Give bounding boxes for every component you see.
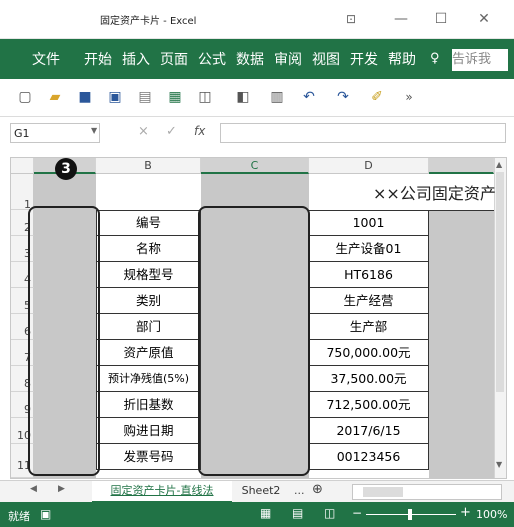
column-header-e[interactable] <box>429 158 494 174</box>
open-folder-icon[interactable]: ▰ <box>46 88 64 106</box>
label-cell[interactable]: 发票号码 <box>96 444 201 470</box>
zoom-slider-thumb[interactable] <box>408 509 412 520</box>
print-icon[interactable]: ▤ <box>136 88 154 106</box>
page-layout-icon[interactable]: ▤ <box>292 506 303 520</box>
save-as-icon[interactable]: ▣ <box>106 88 124 106</box>
add-sheet-icon[interactable]: ⊕ <box>312 482 323 497</box>
selection-outline-c <box>198 206 310 476</box>
sheet-tab-2[interactable]: Sheet2 <box>236 481 286 501</box>
vertical-scrollbar[interactable]: ▲ ▼ <box>494 158 506 478</box>
name-box[interactable]: G1 <box>10 123 100 143</box>
scroll-right-icon[interactable]: ▶ <box>58 484 65 494</box>
chevron-down-icon[interactable]: ▼ <box>91 126 97 135</box>
print-preview-icon[interactable]: ◫ <box>196 88 214 106</box>
formula-bar: G1 ▼ × ✓ fx <box>0 120 514 148</box>
close-button[interactable]: ✕ <box>473 8 495 30</box>
zoom-in-icon[interactable]: + <box>460 505 471 520</box>
scroll-down-icon[interactable]: ▼ <box>496 460 502 469</box>
value-cell[interactable]: 00123456 <box>309 444 429 470</box>
new-file-icon[interactable]: ▢ <box>16 88 34 106</box>
ribbon-tabs: 文件 开始 插入 页面 公式 数据 审阅 视图 开发 帮助 ♀ 告诉我 <box>0 39 514 79</box>
tell-me-input[interactable]: 告诉我 <box>452 49 508 71</box>
window-title: 固定资产卡片 - Excel <box>100 16 197 27</box>
sheet-tab-bar: ◀ ▶ 固定资产卡片-直线法 Sheet2 ... ⊕ <box>0 480 514 503</box>
scroll-left-icon[interactable]: ◀ <box>30 484 37 494</box>
maximize-button[interactable]: ☐ <box>430 8 452 30</box>
redo-icon[interactable]: ↷ <box>334 88 352 106</box>
label-cell[interactable]: 部门 <box>96 314 201 340</box>
tab-view[interactable]: 视图 <box>312 49 340 71</box>
label-cell[interactable]: 编号 <box>96 210 201 236</box>
column-e-fill <box>429 174 494 478</box>
status-bar: 就绪 ▣ ▦ ▤ ◫ − + 100% <box>0 502 514 527</box>
tab-page[interactable]: 页面 <box>160 49 188 71</box>
page-break-icon[interactable]: ◫ <box>324 506 335 520</box>
normal-view-icon[interactable]: ▦ <box>260 506 271 520</box>
scroll-up-icon[interactable]: ▲ <box>496 160 502 169</box>
save-icon[interactable]: ■ <box>76 88 94 106</box>
ribbon-display-icon[interactable]: ⊡ <box>340 8 362 30</box>
format-painter-icon[interactable]: ✐ <box>368 88 386 106</box>
tab-review[interactable]: 审阅 <box>274 49 302 71</box>
value-cell[interactable]: 1001 <box>309 210 429 236</box>
label-cell[interactable]: 折旧基数 <box>96 392 201 418</box>
formula-input[interactable] <box>220 123 506 143</box>
enter-icon[interactable]: ✓ <box>166 124 177 139</box>
cell-b1[interactable] <box>96 174 201 211</box>
status-mode: 就绪 <box>8 510 30 523</box>
column-header-d[interactable]: D <box>309 158 429 174</box>
value-cell[interactable]: HT6186 <box>309 262 429 288</box>
minimize-button[interactable]: — <box>390 8 412 30</box>
column-header-c[interactable]: C <box>201 158 309 174</box>
quick-access-toolbar: ▢ ▰ ■ ▣ ▤ ▦ ◫ ◧ ▥ ↶ ↷ ✐ » <box>0 80 514 117</box>
row-header-1[interactable]: 1 <box>11 174 34 211</box>
tab-help[interactable]: 帮助 <box>388 49 416 71</box>
macro-record-icon[interactable]: ▣ <box>40 507 51 521</box>
title-bar: 固定资产卡片 - Excel ⊡ — ☐ ✕ <box>0 0 514 39</box>
horizontal-scrollbar[interactable] <box>352 484 502 500</box>
export-icon[interactable]: ▦ <box>166 88 184 106</box>
cancel-icon[interactable]: × <box>138 124 149 139</box>
h-scrollbar-thumb[interactable] <box>363 487 403 497</box>
tab-file[interactable]: 文件 <box>32 49 60 71</box>
value-cell[interactable]: 生产设备01 <box>309 236 429 262</box>
column-header-b[interactable]: B <box>96 158 201 174</box>
selection-outline-a <box>28 206 100 476</box>
sheet-tab-active[interactable]: 固定资产卡片-直线法 <box>92 481 232 503</box>
more-commands-icon[interactable]: » <box>400 88 418 106</box>
value-cell[interactable]: 37,500.00元 <box>309 366 429 392</box>
label-cell[interactable]: 规格型号 <box>96 262 201 288</box>
value-cell[interactable]: 2017/6/15 <box>309 418 429 444</box>
label-cell[interactable]: 预计净残值(5%) <box>96 366 201 392</box>
value-cell[interactable]: 712,500.00元 <box>309 392 429 418</box>
label-cell[interactable]: 资产原值 <box>96 340 201 366</box>
value-cell[interactable]: 750,000.00元 <box>309 340 429 366</box>
zoom-out-icon[interactable]: − <box>352 506 362 520</box>
tab-insert[interactable]: 插入 <box>122 49 150 71</box>
step-badge: 3 <box>55 158 77 180</box>
undo-icon[interactable]: ↶ <box>300 88 318 106</box>
tab-data[interactable]: 数据 <box>236 49 264 71</box>
zoom-level[interactable]: 100% <box>476 508 507 521</box>
value-cell[interactable]: 生产部 <box>309 314 429 340</box>
worksheet-grid[interactable]: B C D ▲ ▼ 1 2 3 4 5 6 7 8 9 10 11 ××公司固定… <box>10 157 507 479</box>
label-cell[interactable]: 购进日期 <box>96 418 201 444</box>
select-all-corner[interactable] <box>11 158 34 174</box>
sheet-title: ××公司固定资产 <box>373 184 496 203</box>
format-icon[interactable]: ▥ <box>268 88 286 106</box>
page-setup-icon[interactable]: ◧ <box>234 88 252 106</box>
scrollbar-thumb[interactable] <box>496 172 504 392</box>
value-cell[interactable]: 生产经营 <box>309 288 429 314</box>
tab-formulas[interactable]: 公式 <box>198 49 226 71</box>
tab-developer[interactable]: 开发 <box>350 49 378 71</box>
more-sheets[interactable]: ... <box>294 484 305 497</box>
label-cell[interactable]: 类别 <box>96 288 201 314</box>
lightbulb-icon: ♀ <box>430 51 440 66</box>
tab-home[interactable]: 开始 <box>84 49 112 71</box>
label-cell[interactable]: 名称 <box>96 236 201 262</box>
function-icon[interactable]: fx <box>194 124 205 138</box>
